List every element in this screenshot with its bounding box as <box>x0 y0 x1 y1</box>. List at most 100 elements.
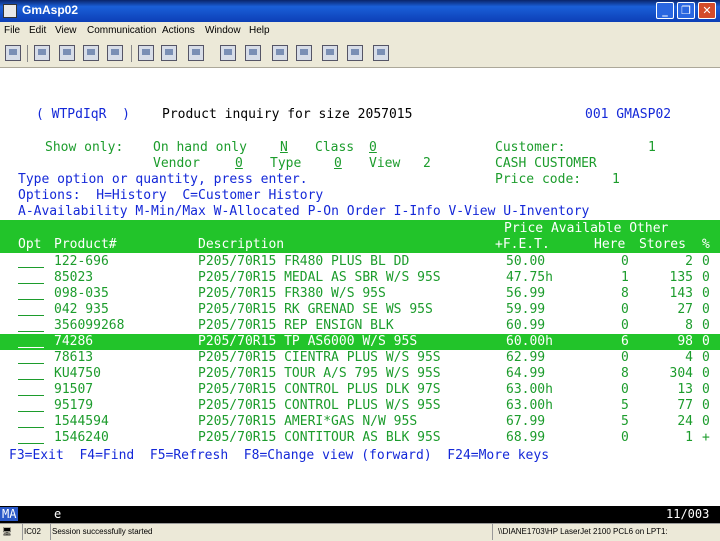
restore-button[interactable]: ❐ <box>677 2 695 19</box>
menu-help[interactable]: Help <box>249 25 270 36</box>
class-field[interactable]: 0 <box>369 140 377 155</box>
option-input[interactable] <box>18 414 44 428</box>
product-number: 85023 <box>54 270 94 285</box>
pct: + <box>702 430 710 445</box>
customer-value: 1 <box>648 140 656 155</box>
stop-icon[interactable] <box>272 45 288 61</box>
here-qty: 0 <box>621 302 629 317</box>
cursor-position: 11/003 <box>666 507 710 521</box>
status-message: Session successfully started <box>50 524 493 540</box>
description: P205/70R15 CONTROL PLUS W/S 95S <box>198 398 441 413</box>
pct: 0 <box>702 398 710 413</box>
table-row[interactable]: 1546240 P205/70R15 CONTITOUR AS BLK 95S 68… <box>0 430 720 446</box>
option-input[interactable] <box>18 302 44 316</box>
product-number: 91507 <box>54 382 94 397</box>
table-row[interactable]: 122-696 P205/70R15 FR480 PLUS BL DD 50.00 0… <box>0 254 720 270</box>
option-input[interactable] <box>18 430 44 444</box>
macro-icon[interactable] <box>188 45 204 61</box>
table-row[interactable]: 95179 P205/70R15 CONTROL PLUS W/S 95S 63.0… <box>0 398 720 414</box>
close-button[interactable]: ✕ <box>698 2 716 19</box>
menu-communication[interactable]: Communication <box>87 25 156 36</box>
function-keys: F3=Exit F4=Find F5=Refresh F8=Change vie… <box>9 448 550 463</box>
description: P205/70R15 TP AS6000 W/S 95S <box>198 334 418 349</box>
option-input[interactable] <box>18 318 44 332</box>
on-hand-field[interactable]: N <box>280 140 288 155</box>
description: P205/70R15 REP ENSIGN BLK <box>198 318 394 333</box>
product-number: 1546240 <box>54 430 109 445</box>
option-input[interactable] <box>18 286 44 300</box>
table-row[interactable]: 74286 P205/70R15 TP AS6000 W/S 95S 60.00h 6… <box>0 334 720 350</box>
table-row[interactable]: 1544594 P205/70R15 AMERI*GAS N/W 95S 67.99… <box>0 414 720 430</box>
table-row[interactable]: 098-035 P205/70R15 FR380 W/S 95S 56.99 8 143… <box>0 286 720 302</box>
col-price: +F.E.T. <box>495 237 550 252</box>
price-code-label: Price code: <box>495 172 582 187</box>
table-row[interactable]: 042 935 P205/70R15 RK GRENAD SE WS 95S 59.… <box>0 302 720 318</box>
menu-file[interactable]: File <box>4 25 20 36</box>
price: 60.99 <box>506 318 546 333</box>
option-input[interactable] <box>18 254 44 268</box>
description: P205/70R15 MEDAL AS SBR W/S 95S <box>198 270 441 285</box>
receive-icon[interactable] <box>107 45 123 61</box>
table-row[interactable]: KU4750 P205/70R15 TOUR A/S 795 W/S 95S 64.… <box>0 366 720 382</box>
price: 60.00h <box>506 334 553 349</box>
record-macro-icon[interactable] <box>245 45 261 61</box>
col-here: Here <box>594 237 626 252</box>
product-number: 122-696 <box>54 254 109 269</box>
price: 50.00 <box>506 254 546 269</box>
menu-view[interactable]: View <box>55 25 77 36</box>
price-code-value: 1 <box>612 172 620 187</box>
instruction-text: Type option or quantity, press enter. <box>18 172 308 187</box>
settings-icon[interactable] <box>296 45 312 61</box>
table-row[interactable]: 91507 P205/70R15 CONTROL PLUS DLK 97S 63.0… <box>0 382 720 398</box>
color-icon[interactable] <box>322 45 338 61</box>
here-qty: 0 <box>621 430 629 445</box>
terminal-screen: ( WTPdIqR ) Product inquiry for size 205… <box>0 68 720 496</box>
minimize-button[interactable]: _ <box>656 2 674 19</box>
option-input[interactable] <box>18 382 44 396</box>
pct: 0 <box>702 414 710 429</box>
type-field[interactable]: 0 <box>334 156 342 171</box>
send-icon[interactable] <box>83 45 99 61</box>
play-macro-icon[interactable] <box>220 45 236 61</box>
menu-edit[interactable]: Edit <box>29 25 46 36</box>
col-pct: % <box>702 237 710 252</box>
price: 56.99 <box>506 286 546 301</box>
table-row[interactable]: 85023 P205/70R15 MEDAL AS SBR W/S 95S 47.7… <box>0 270 720 286</box>
app-icon[interactable] <box>3 4 17 18</box>
print-icon[interactable] <box>5 45 21 61</box>
option-input[interactable] <box>18 334 44 348</box>
mode-indicator: MA <box>0 507 19 521</box>
toolbar-separator <box>27 45 28 62</box>
table-row[interactable]: 78613 P205/70R15 CIENTRA PLUS W/S 95S 62.9… <box>0 350 720 366</box>
product-number: 74286 <box>54 334 94 349</box>
option-input[interactable] <box>18 398 44 412</box>
option-input[interactable] <box>18 270 44 284</box>
on-hand-label: On hand only <box>153 140 247 155</box>
pct: 0 <box>702 334 710 349</box>
stores-qty: 24 <box>677 414 693 429</box>
table-row[interactable]: 356099268 P205/70R15 REP ENSIGN BLK 60.99 0… <box>0 318 720 334</box>
paste-icon[interactable] <box>59 45 75 61</box>
keyboard-icon[interactable] <box>161 45 177 61</box>
help-icon[interactable] <box>373 45 389 61</box>
pct: 0 <box>702 254 710 269</box>
toolbar <box>0 41 720 68</box>
col-description: Description <box>198 237 285 252</box>
vendor-field[interactable]: 0 <box>235 156 243 171</box>
show-only-label: Show only: <box>45 140 124 155</box>
menu-actions[interactable]: Actions <box>162 25 195 36</box>
product-number: 098-035 <box>54 286 109 301</box>
stores-qty: 143 <box>669 286 693 301</box>
option-input[interactable] <box>18 366 44 380</box>
here-qty: 1 <box>621 270 629 285</box>
status-line: MA e 11/003 <box>0 506 720 523</box>
option-input[interactable] <box>18 350 44 364</box>
here-qty: 6 <box>621 334 629 349</box>
description: P205/70R15 CIENTRA PLUS W/S 95S <box>198 350 441 365</box>
here-qty: 0 <box>621 350 629 365</box>
here-qty: 0 <box>621 318 629 333</box>
copy-icon[interactable] <box>34 45 50 61</box>
color-palette-icon[interactable] <box>347 45 363 61</box>
menu-window[interactable]: Window <box>205 25 241 36</box>
display-icon[interactable] <box>138 45 154 61</box>
